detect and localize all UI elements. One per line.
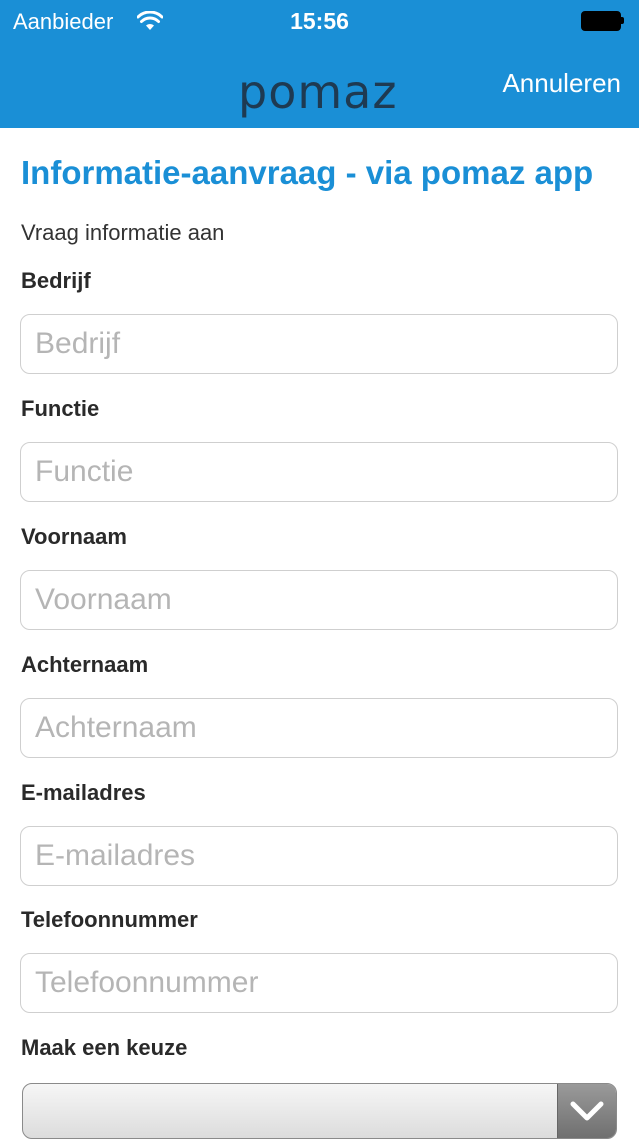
function-input[interactable] (20, 442, 618, 502)
choice-label: Maak een keuze (21, 1035, 188, 1060)
status-bar: Aanbieder 15:56 (0, 0, 639, 42)
first-name-input[interactable] (20, 570, 618, 630)
choice-select[interactable] (22, 1083, 617, 1139)
first-name-label: Voornaam (21, 524, 127, 549)
status-time: 15:56 (290, 8, 349, 34)
company-input[interactable] (20, 314, 618, 374)
last-name-input[interactable] (20, 698, 618, 758)
page-title: Informatie-aanvraag - via pomaz app (21, 154, 594, 191)
last-name-label: Achternaam (21, 652, 149, 677)
chevron-down-icon[interactable] (557, 1084, 616, 1138)
navigation-bar: pomaz Annuleren (0, 42, 639, 128)
email-label: E-mailadres (21, 780, 146, 805)
email-input[interactable] (20, 826, 618, 886)
phone-input[interactable] (20, 953, 618, 1013)
logo-text: pomaz (238, 65, 398, 119)
page-subtitle: Vraag informatie aan (21, 220, 225, 245)
battery-icon (581, 11, 625, 31)
function-label: Functie (21, 396, 100, 421)
company-label: Bedrijf (21, 268, 91, 293)
pomaz-logo: pomaz (238, 64, 403, 120)
top-bar: Aanbieder 15:56 pomaz Annuleren (0, 0, 639, 128)
phone-label: Telefoonnummer (21, 907, 198, 932)
cancel-button[interactable]: Annuleren (502, 68, 621, 99)
